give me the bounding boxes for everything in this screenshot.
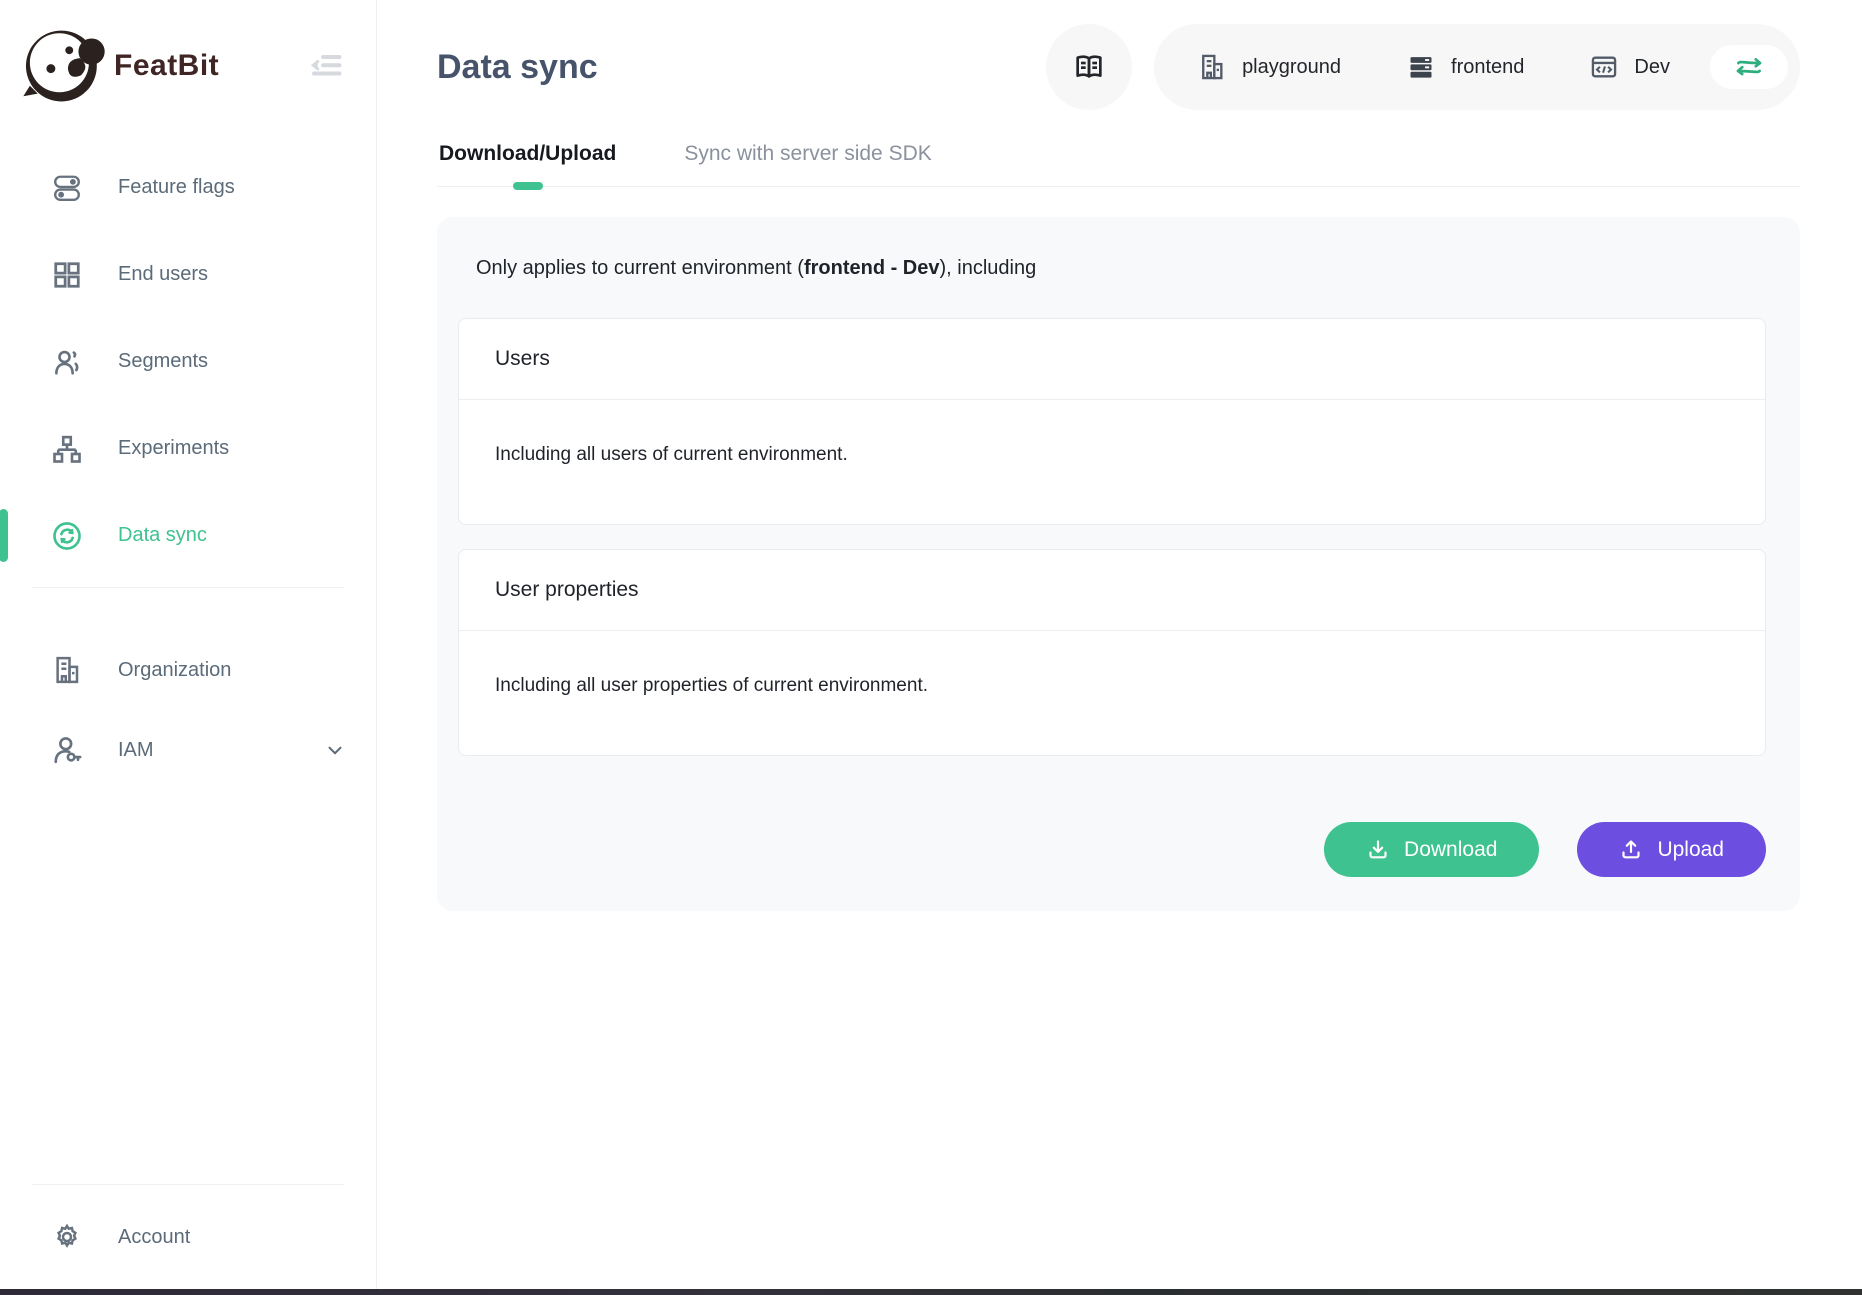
switch-workspace-button[interactable] — [1710, 45, 1788, 89]
code-window-icon — [1590, 53, 1618, 81]
tab-bar: Download/Upload Sync with server side SD… — [437, 128, 1800, 187]
sidebar-item-label: Feature flags — [118, 176, 235, 199]
user-properties-card: User properties Including all user prope… — [458, 549, 1766, 756]
segments-user-icon — [52, 347, 82, 377]
sidebar-item-segments[interactable]: Segments — [0, 318, 376, 405]
tab-sync-server-sdk[interactable]: Sync with server side SDK — [682, 128, 933, 186]
data-sync-panel: Only applies to current environment (fro… — [437, 217, 1800, 911]
environment-notice: Only applies to current environment (fro… — [458, 257, 1766, 280]
account-block: Account — [0, 1176, 376, 1289]
user-properties-card-description: Including all user properties of current… — [459, 631, 1765, 755]
tab-label: Download/Upload — [439, 142, 616, 165]
upload-button-label: Upload — [1657, 838, 1724, 862]
end-users-grid-icon — [52, 260, 82, 290]
featbit-panda-logo-icon — [22, 24, 106, 108]
tab-download-upload[interactable]: Download/Upload — [437, 128, 618, 186]
sidebar-item-data-sync[interactable]: Data sync — [0, 492, 376, 579]
menu-fold-icon[interactable] — [306, 46, 346, 86]
workspace-selector: playground f — [1154, 24, 1800, 110]
upload-icon — [1619, 838, 1643, 862]
sidebar-item-experiments[interactable]: Experiments — [0, 405, 376, 492]
page-header: Data sync — [437, 24, 1800, 110]
sidebar-item-iam[interactable]: IAM — [0, 710, 376, 790]
user-properties-card-title: User properties — [459, 550, 1765, 631]
sidebar-item-organization[interactable]: Organization — [0, 630, 376, 710]
sidebar-divider-bottom — [32, 1184, 344, 1185]
download-icon — [1366, 838, 1390, 862]
data-sync-icon — [52, 521, 82, 551]
book-icon — [1073, 51, 1105, 83]
actions-row: Download Upload — [458, 822, 1766, 877]
gear-icon — [52, 1222, 82, 1252]
sidebar: FeatBit Feature flags — [0, 0, 377, 1289]
sidebar-divider — [32, 587, 344, 588]
sidebar-item-label: Account — [118, 1226, 190, 1249]
brand-name: FeatBit — [114, 49, 219, 83]
header-actions: playground f — [1046, 24, 1800, 110]
sidebar-nav-secondary: Organization IAM — [0, 630, 376, 790]
swap-arrows-icon — [1732, 50, 1766, 84]
sidebar-item-label: End users — [118, 263, 208, 286]
tab-label: Sync with server side SDK — [684, 142, 931, 165]
sidebar-item-end-users[interactable]: End users — [0, 231, 376, 318]
sidebar-nav-primary: Feature flags End users — [0, 144, 376, 579]
experiments-sitemap-icon — [52, 434, 82, 464]
notice-prefix: Only applies to current environment ( — [476, 257, 804, 279]
sidebar-item-label: Experiments — [118, 437, 229, 460]
active-indicator-bar — [0, 509, 8, 562]
documentation-button[interactable] — [1046, 24, 1132, 110]
notice-environment: frontend - Dev — [804, 257, 940, 279]
organization-selector[interactable]: playground — [1198, 53, 1341, 81]
upload-button[interactable]: Upload — [1577, 822, 1766, 877]
chevron-down-icon — [324, 739, 346, 761]
building-icon — [1198, 53, 1226, 81]
users-card-title: Users — [459, 319, 1765, 400]
organization-name: playground — [1242, 56, 1341, 79]
environment-name: Dev — [1634, 56, 1670, 79]
environment-selector[interactable]: Dev — [1590, 53, 1670, 81]
project-stack-icon — [1407, 53, 1435, 81]
sidebar-item-label: Segments — [118, 350, 208, 373]
sidebar-item-label: Organization — [118, 659, 231, 682]
users-card: Users Including all users of current env… — [458, 318, 1766, 525]
sidebar-item-account[interactable]: Account — [0, 1193, 376, 1281]
sidebar-item-label: IAM — [118, 739, 154, 762]
logo-row: FeatBit — [0, 0, 376, 110]
project-selector[interactable]: frontend — [1407, 53, 1524, 81]
page-title: Data sync — [437, 48, 598, 87]
download-button[interactable]: Download — [1324, 822, 1539, 877]
organization-building-icon — [52, 655, 82, 685]
main-content: Data sync — [377, 0, 1862, 1289]
project-name: frontend — [1451, 56, 1524, 79]
users-card-description: Including all users of current environme… — [459, 400, 1765, 524]
app-window: FeatBit Feature flags — [0, 0, 1862, 1289]
download-button-label: Download — [1404, 838, 1497, 862]
iam-user-key-icon — [52, 735, 82, 765]
notice-suffix: ), including — [940, 257, 1037, 279]
feature-flags-icon — [52, 173, 82, 203]
sidebar-item-feature-flags[interactable]: Feature flags — [0, 144, 376, 231]
sidebar-item-label: Data sync — [118, 524, 207, 547]
taskbar-edge — [0, 1289, 1862, 1295]
active-tab-indicator — [513, 182, 543, 190]
sidebar-spacer — [0, 790, 376, 1176]
